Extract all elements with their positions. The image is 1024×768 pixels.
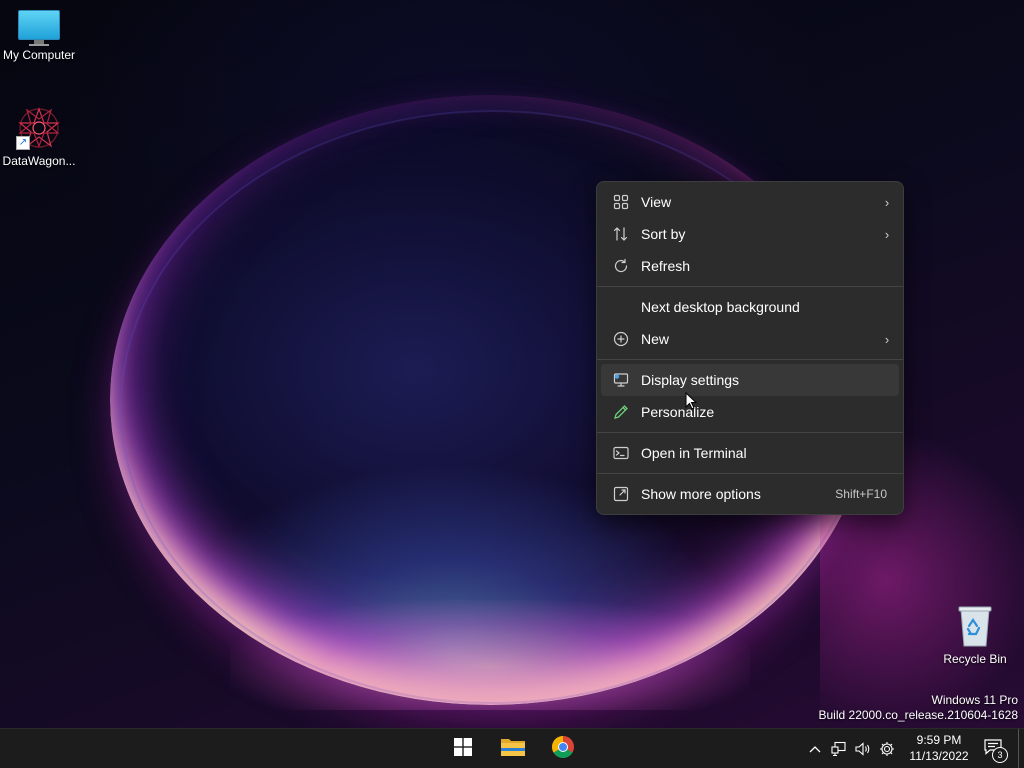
menu-item-label: View xyxy=(641,194,672,210)
menu-item-open-in-terminal[interactable]: Open in Terminal xyxy=(601,437,899,469)
display-icon xyxy=(601,372,641,388)
menu-item-sort-by[interactable]: Sort by › xyxy=(601,218,899,250)
menu-item-label: Display settings xyxy=(641,372,740,388)
windows-watermark: Windows 11 Pro Build 22000.co_release.21… xyxy=(819,693,1019,723)
taskbar-clock[interactable]: 9:59 PM 11/13/2022 xyxy=(903,732,975,764)
menu-separator xyxy=(597,473,903,474)
desktop-icon-recycle-bin[interactable]: Recycle Bin xyxy=(935,604,1015,666)
system-tray xyxy=(803,729,899,768)
desktop[interactable]: My Computer ↗ DataWagon... Recycle Bin V… xyxy=(0,0,1024,768)
menu-item-label: Personalize xyxy=(641,404,715,420)
taskbar: 9:59 PM 11/13/2022 3 xyxy=(0,728,1024,768)
terminal-icon xyxy=(601,445,641,461)
menu-item-display-settings[interactable]: Display settings xyxy=(601,364,899,396)
menu-item-label: New xyxy=(641,331,670,347)
menu-item-show-more-options[interactable]: Show more options Shift+F10 xyxy=(601,478,899,510)
grid-icon xyxy=(601,194,641,210)
chevron-up-icon[interactable] xyxy=(803,737,827,761)
chevron-right-icon: › xyxy=(884,331,890,347)
menu-separator xyxy=(597,359,903,360)
menu-separator xyxy=(597,432,903,433)
menu-item-label: Open in Terminal xyxy=(641,445,747,461)
gear-icon[interactable] xyxy=(875,737,899,761)
start-button[interactable] xyxy=(443,733,483,765)
datawagon-logo-icon: ↗ xyxy=(16,106,62,150)
chevron-right-icon: › xyxy=(884,226,890,242)
menu-item-refresh[interactable]: Refresh xyxy=(601,250,899,282)
menu-item-view[interactable]: View › xyxy=(601,186,899,218)
menu-item-next-desktop-background[interactable]: Next desktop background xyxy=(601,291,899,323)
monitor-icon xyxy=(18,10,60,46)
show-desktop-button[interactable] xyxy=(1018,729,1024,768)
menu-item-label: Show more options xyxy=(641,486,761,502)
watermark-build: Build 22000.co_release.210604-1628 xyxy=(818,708,1019,722)
desktop-icon-label: My Computer xyxy=(2,48,76,62)
menu-separator xyxy=(597,286,903,287)
shortcut-arrow-icon: ↗ xyxy=(16,136,30,150)
refresh-icon xyxy=(601,258,641,274)
mouse-cursor-icon xyxy=(685,391,698,415)
network-icon[interactable] xyxy=(827,737,851,761)
chrome-button[interactable] xyxy=(543,733,583,765)
desktop-icon-my-computer[interactable]: My Computer xyxy=(0,10,79,62)
chrome-icon xyxy=(551,735,575,764)
desktop-context-menu: View › Sort by › Refresh Next desktop ba… xyxy=(596,181,904,515)
wallpaper-glow-bottom xyxy=(230,600,750,710)
folder-icon xyxy=(500,736,526,763)
recycle-bin-icon xyxy=(957,604,993,648)
windows-logo-icon xyxy=(454,737,472,761)
volume-icon[interactable] xyxy=(851,737,875,761)
menu-item-personalize[interactable]: Personalize xyxy=(601,396,899,428)
clock-date: 11/13/2022 xyxy=(909,749,969,763)
menu-item-new[interactable]: New › xyxy=(601,323,899,355)
watermark-edition: Windows 11 Pro xyxy=(931,693,1018,707)
menu-item-shortcut: Shift+F10 xyxy=(835,487,887,501)
menu-item-label: Sort by xyxy=(641,226,686,242)
desktop-icon-label: Recycle Bin xyxy=(943,652,1007,666)
notification-count-badge: 3 xyxy=(992,747,1008,763)
clock-time: 9:59 PM xyxy=(916,733,962,747)
chevron-right-icon: › xyxy=(884,194,890,210)
file-explorer-button[interactable] xyxy=(493,733,533,765)
menu-item-label: Refresh xyxy=(641,258,691,274)
sort-icon xyxy=(601,226,641,242)
menu-item-label: Next desktop background xyxy=(641,299,800,315)
plus-circle-icon xyxy=(601,331,641,347)
pen-icon xyxy=(601,404,641,420)
desktop-icon-datawagon[interactable]: ↗ DataWagon... xyxy=(0,106,79,168)
expand-icon xyxy=(601,486,641,502)
desktop-icon-label: DataWagon... xyxy=(2,154,76,168)
notification-center-button[interactable]: 3 xyxy=(978,735,1008,763)
